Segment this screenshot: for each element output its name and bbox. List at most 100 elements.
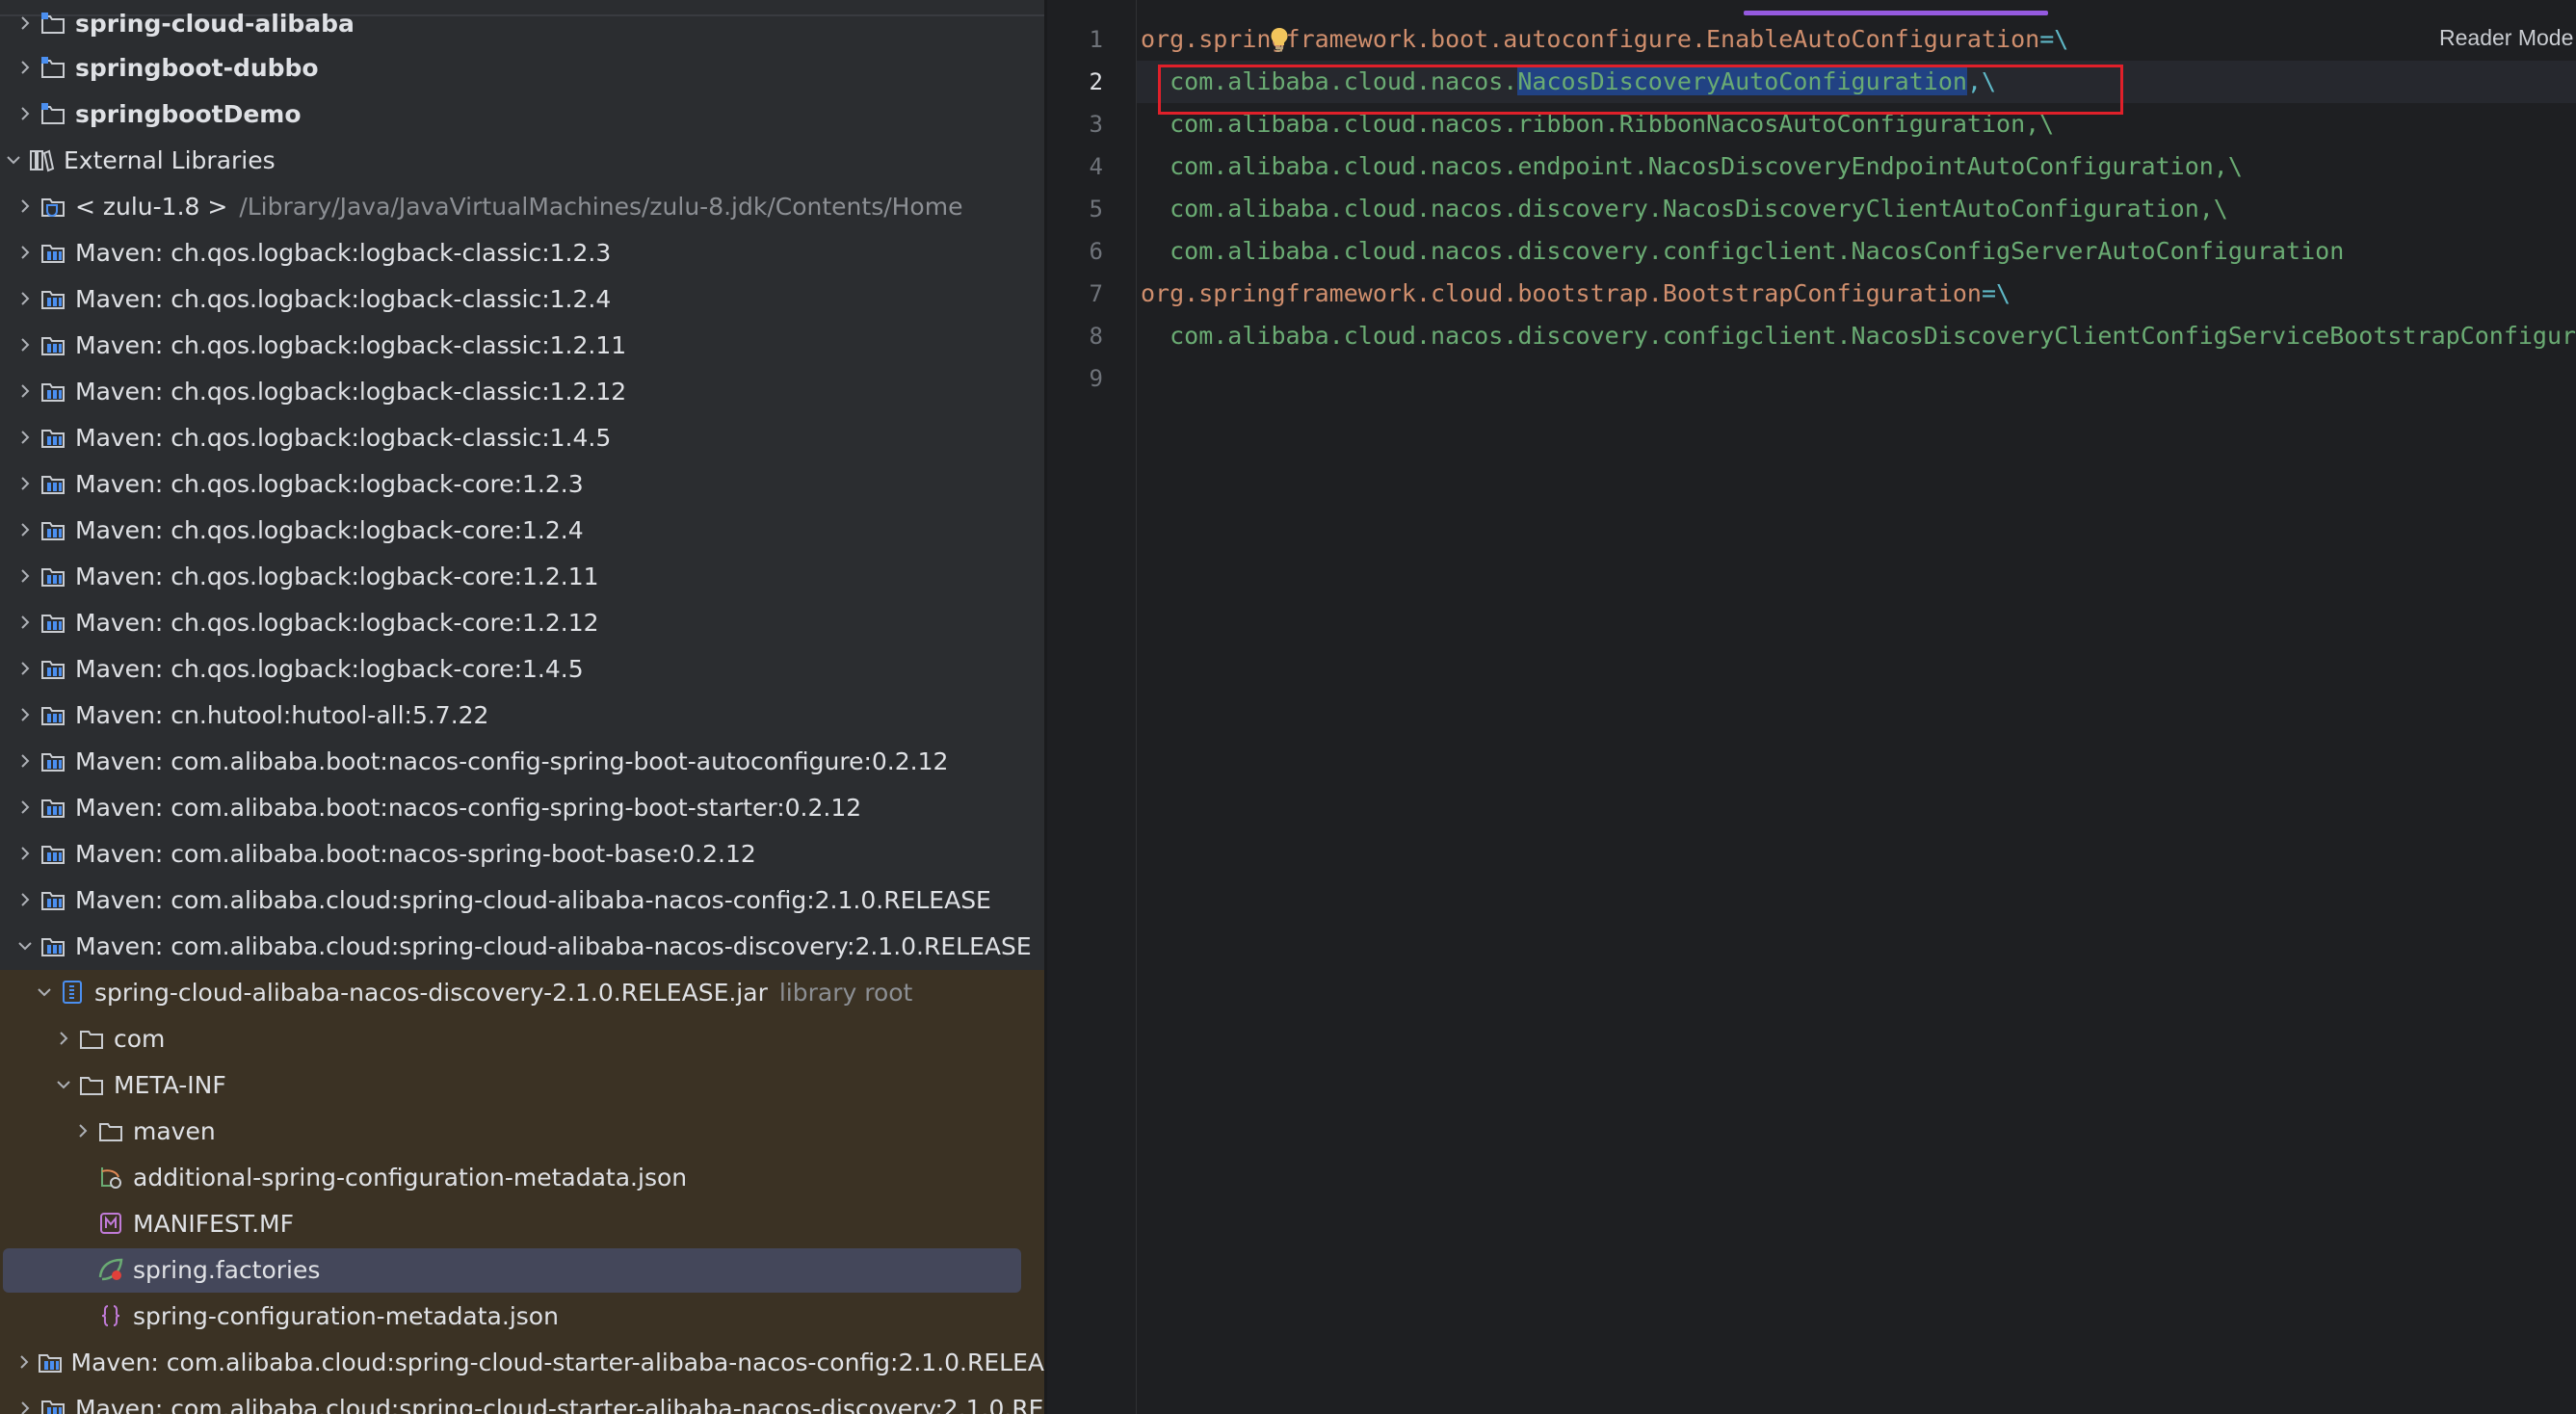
maven-library-icon <box>39 1387 67 1414</box>
code-editor[interactable]: org.springframework.boot.autoconfigure.E… <box>1137 0 2576 1414</box>
tree-item-label: Maven: com.alibaba.cloud:spring-cloud-al… <box>75 931 1032 960</box>
tree-item[interactable]: springboot-dubbo <box>0 46 1044 89</box>
tree-item[interactable]: Maven: ch.qos.logback:logback-classic:1.… <box>0 231 1044 274</box>
tree-item[interactable]: External Libraries <box>0 139 1044 181</box>
maven-library-icon <box>37 1341 64 1383</box>
maven-library-icon <box>39 832 67 875</box>
property-value: com.alibaba.cloud.nacos.discovery.config… <box>1141 322 2576 350</box>
tree-item[interactable]: com <box>0 1017 1044 1060</box>
project-tree[interactable]: spring-cloud-alibaba springboot-dubbo spri… <box>0 0 1044 1414</box>
module-folder-icon <box>39 2 67 44</box>
maven-library-icon <box>39 601 67 643</box>
module-folder-icon <box>39 92 67 135</box>
tree-item[interactable]: Maven: com.alibaba.cloud:spring-cloud-st… <box>0 1341 1044 1383</box>
tree-item[interactable]: Maven: com.alibaba.boot:nacos-config-spr… <box>0 786 1044 828</box>
chevron-right-icon[interactable] <box>12 509 39 551</box>
tree-item[interactable]: Maven: ch.qos.logback:logback-core:1.2.3 <box>0 462 1044 505</box>
code-line[interactable]: org.springframework.cloud.bootstrap.Boot… <box>1141 273 2011 315</box>
lightbulb-icon[interactable] <box>1270 27 1289 52</box>
tree-item[interactable]: MANIFEST.MF <box>0 1202 1044 1244</box>
maven-library-icon <box>39 231 67 274</box>
chevron-right-icon[interactable] <box>12 694 39 736</box>
tree-item-label: Maven: ch.qos.logback:logback-core:1.2.1… <box>75 608 599 637</box>
code-line[interactable]: com.alibaba.cloud.nacos.endpoint.NacosDi… <box>1141 145 2243 188</box>
chevron-right-icon[interactable] <box>12 231 39 274</box>
chevron-right-icon[interactable] <box>12 740 39 782</box>
tree-item[interactable]: Maven: com.alibaba.cloud:spring-cloud-st… <box>0 1387 1044 1414</box>
chevron-right-icon[interactable] <box>12 832 39 875</box>
chevron-right-icon[interactable] <box>12 185 39 227</box>
tree-item[interactable]: Maven: ch.qos.logback:logback-classic:1.… <box>0 370 1044 412</box>
chevron-right-icon[interactable] <box>12 786 39 828</box>
line-number: 6 <box>1089 238 1103 265</box>
tree-item[interactable]: Maven: cn.hutool:hutool-all:5.7.22 <box>0 694 1044 736</box>
tree-item-label: < zulu-1.8 > <box>75 192 228 221</box>
tree-item[interactable]: META-INF <box>0 1063 1044 1106</box>
tree-item[interactable]: Maven: ch.qos.logback:logback-classic:1.… <box>0 277 1044 320</box>
code-line[interactable]: com.alibaba.cloud.nacos.discovery.config… <box>1141 315 2576 357</box>
tree-item[interactable]: maven <box>0 1110 1044 1152</box>
chevron-right-icon[interactable] <box>69 1110 96 1152</box>
chevron-right-icon[interactable] <box>12 46 39 89</box>
maven-library-icon <box>39 647 67 690</box>
tree-item[interactable]: spring-configuration-metadata.json <box>0 1295 1044 1337</box>
tree-item[interactable]: spring.factories <box>0 1248 1044 1293</box>
chevron-right-icon[interactable] <box>50 1017 77 1060</box>
tree-item-label: spring-cloud-alibaba-nacos-discovery-2.1… <box>94 978 768 1007</box>
libraries-icon <box>27 139 56 181</box>
maven-library-icon <box>39 925 67 967</box>
tree-item[interactable]: Maven: com.alibaba.boot:nacos-spring-boo… <box>0 832 1044 875</box>
chevron-right-icon[interactable] <box>12 555 39 597</box>
chevron-down-icon[interactable] <box>0 139 27 181</box>
reader-mode-toggle[interactable]: Reader Mode <box>2439 25 2573 51</box>
chevron-right-icon[interactable] <box>12 370 39 412</box>
tree-item[interactable]: Maven: ch.qos.logback:logback-core:1.2.1… <box>0 555 1044 597</box>
chevron-down-icon[interactable] <box>31 971 58 1013</box>
tree-item[interactable]: < zulu-1.8 > /Library/Java/JavaVirtualMac… <box>0 185 1044 227</box>
maven-library-icon <box>39 370 67 412</box>
code-line[interactable]: com.alibaba.cloud.nacos.discovery.config… <box>1141 230 2344 273</box>
line-continuation-operator: =\ <box>1981 279 2011 307</box>
tree-item-label: Maven: com.alibaba.boot:nacos-config-spr… <box>75 793 862 822</box>
annotation-highlight-box <box>1158 65 2123 115</box>
tree-item[interactable]: Maven: com.alibaba.cloud:spring-cloud-al… <box>0 925 1044 967</box>
tree-item[interactable]: Maven: ch.qos.logback:logback-core:1.2.4 <box>0 509 1044 551</box>
tree-item[interactable]: additional-spring-configuration-metadata… <box>0 1156 1044 1198</box>
tree-item[interactable]: Maven: ch.qos.logback:logback-classic:1.… <box>0 324 1044 366</box>
chevron-down-icon[interactable] <box>50 1063 77 1106</box>
code-line[interactable]: com.alibaba.cloud.nacos.discovery.NacosD… <box>1141 188 2228 230</box>
tree-item[interactable]: springbootDemo <box>0 92 1044 135</box>
tree-item-label: Maven: com.alibaba.cloud:spring-cloud-al… <box>75 885 991 914</box>
chevron-right-icon[interactable] <box>12 324 39 366</box>
chevron-right-icon[interactable] <box>12 878 39 921</box>
line-number-gutter: 1 2 3 4 5 6 7 8 9 <box>1047 0 1137 1414</box>
chevron-right-icon[interactable] <box>12 1387 39 1414</box>
tree-item[interactable]: Maven: ch.qos.logback:logback-classic:1.… <box>0 416 1044 458</box>
chevron-right-icon[interactable] <box>12 2 39 44</box>
chevron-right-icon[interactable] <box>12 92 39 135</box>
tree-item-label: Maven: com.alibaba.cloud:spring-cloud-st… <box>75 1394 1044 1414</box>
tree-item-label: springbootDemo <box>75 99 302 128</box>
chevron-right-icon[interactable] <box>12 1341 37 1383</box>
tree-item[interactable]: Maven: ch.qos.logback:logback-core:1.4.5 <box>0 647 1044 690</box>
chevron-down-icon[interactable] <box>12 925 39 967</box>
tree-item-label: maven <box>133 1116 216 1145</box>
chevron-right-icon[interactable] <box>12 416 39 458</box>
tree-item[interactable]: spring-cloud-alibaba-nacos-discovery-2.1… <box>0 971 1044 1013</box>
tree-item[interactable]: Maven: com.alibaba.cloud:spring-cloud-al… <box>0 878 1044 921</box>
chevron-right-icon[interactable] <box>12 277 39 320</box>
chevron-right-icon[interactable] <box>12 601 39 643</box>
tree-item-label: MANIFEST.MF <box>133 1209 294 1238</box>
tree-item[interactable]: spring-cloud-alibaba <box>0 2 1044 44</box>
tree-item-label: Maven: ch.qos.logback:logback-classic:1.… <box>75 238 612 267</box>
tree-item-suffix: library root <box>778 978 913 1007</box>
line-number: 9 <box>1089 365 1103 392</box>
maven-library-icon <box>39 324 67 366</box>
tree-item-label: Maven: ch.qos.logback:logback-classic:1.… <box>75 330 627 359</box>
tree-item[interactable]: Maven: com.alibaba.boot:nacos-config-spr… <box>0 740 1044 782</box>
chevron-right-icon[interactable] <box>12 462 39 505</box>
tree-item-label: Maven: com.alibaba.boot:nacos-spring-boo… <box>75 839 756 868</box>
tree-item-label: Maven: ch.qos.logback:logback-core:1.4.5 <box>75 654 584 683</box>
chevron-right-icon[interactable] <box>12 647 39 690</box>
tree-item[interactable]: Maven: ch.qos.logback:logback-core:1.2.1… <box>0 601 1044 643</box>
